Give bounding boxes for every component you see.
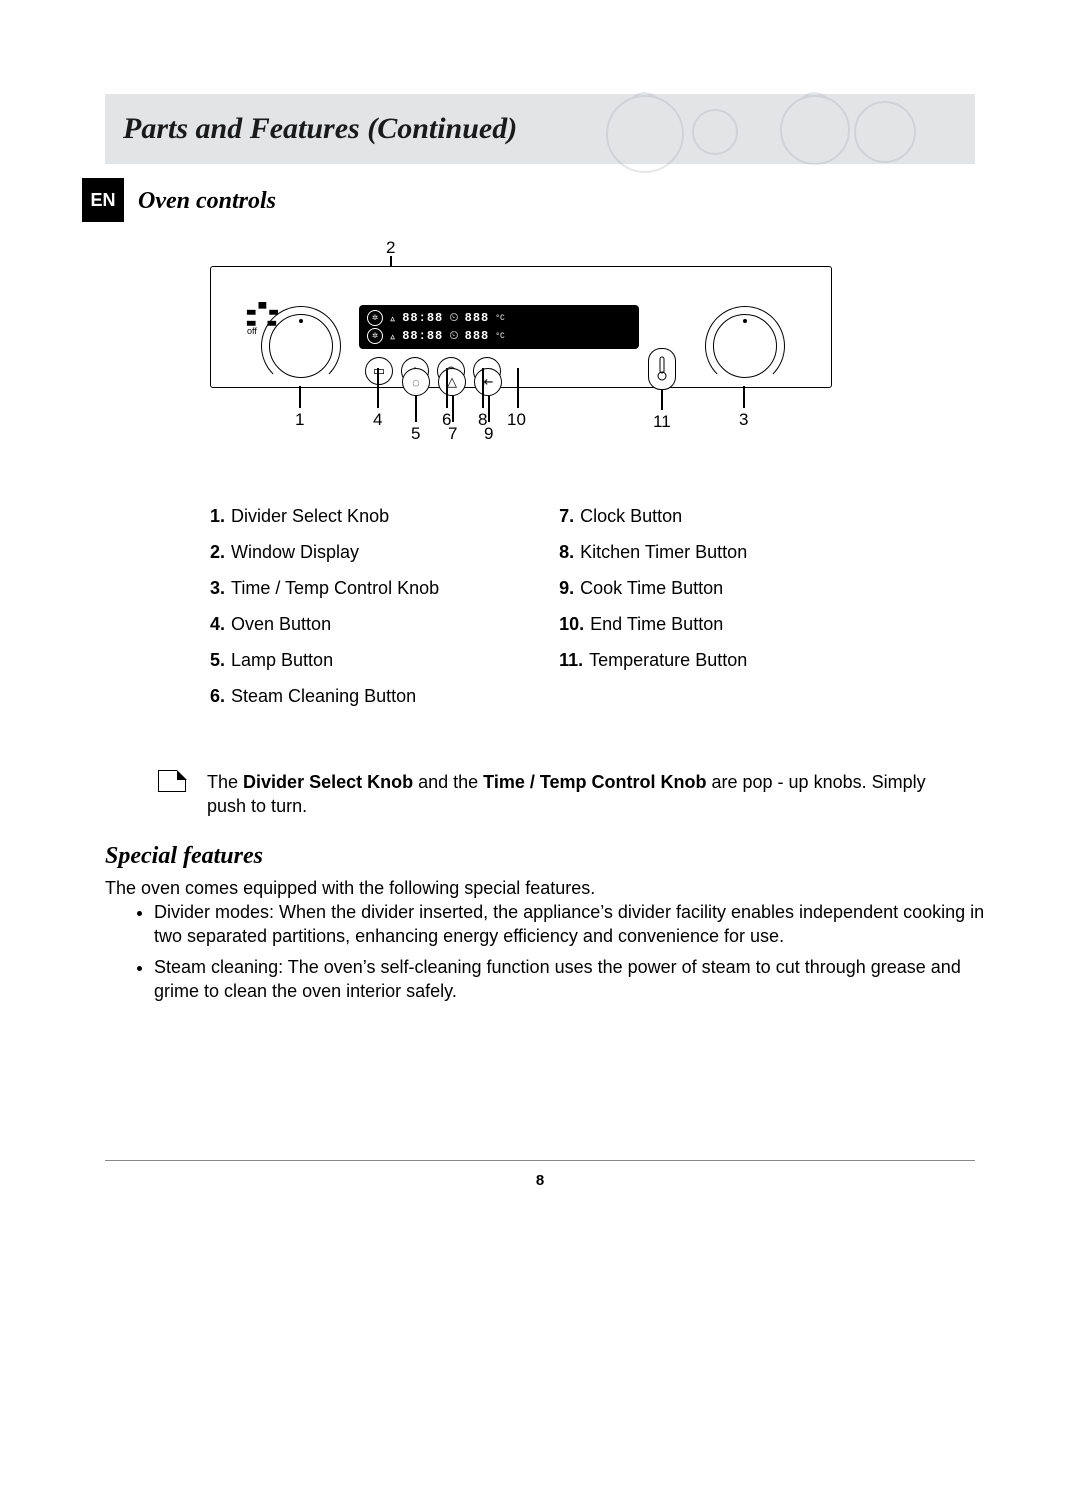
leader-line [415, 396, 417, 422]
oven-button[interactable]: ▭ [365, 357, 393, 385]
leader-line [743, 386, 745, 408]
decorative-produce-icon [585, 84, 945, 174]
page-title: Parts and Features (Continued) [123, 112, 517, 146]
subheading-oven-controls: Oven controls [138, 188, 276, 215]
divider-select-knob[interactable] [269, 314, 333, 378]
leader-line [299, 386, 301, 408]
note-block: The Divider Select Knob and the Time / T… [158, 770, 958, 819]
subheading-special-features: Special features [105, 843, 263, 870]
legend-col-2: 7.Clock Button 8.Kitchen Timer Button 9.… [559, 498, 747, 714]
callout-10: 10 [507, 410, 526, 430]
page-number: 8 [0, 1172, 1080, 1189]
thermometer-icon [657, 356, 667, 382]
leader-line [452, 396, 454, 422]
legend-col-1: 1.Divider Select Knob 2.Window Display 3… [210, 498, 439, 714]
leader-line [446, 368, 448, 408]
control-panel-outline: ▃ ▀ ▃ ▃ ▃ off ✲ ▵ 88:88 ⏲ 888°C ✲ ▵ 88:8… [210, 266, 832, 388]
note-text: The Divider Select Knob and the Time / T… [207, 770, 947, 819]
list-item: Divider modes: When the divider inserted… [154, 900, 994, 949]
cook-time-button[interactable]: ⇤ [474, 368, 502, 396]
list-item: Steam cleaning: The oven’s self-cleaning… [154, 955, 994, 1004]
callout-3: 3 [739, 410, 748, 430]
fan-icon: ✲ [367, 328, 383, 344]
callout-11: 11 [653, 412, 671, 432]
temperature-button[interactable] [648, 348, 676, 390]
controls-legend: 1.Divider Select Knob 2.Window Display 3… [210, 498, 747, 714]
note-icon [158, 770, 186, 792]
callout-4: 4 [373, 410, 382, 430]
section-header-band: Parts and Features (Continued) [105, 94, 975, 164]
special-features-intro: The oven comes equipped with the followi… [105, 878, 595, 899]
leader-line [377, 368, 379, 408]
lamp-button[interactable]: ◌ [402, 368, 430, 396]
leader-line [661, 390, 663, 410]
footer-divider [105, 1160, 975, 1161]
callout-2: 2 [386, 238, 395, 258]
clock-button[interactable]: △ [438, 368, 466, 396]
button-row-lower: ◌ △ ⇤ [402, 368, 502, 396]
callout-5: 5 [411, 424, 420, 444]
callout-9: 9 [484, 424, 493, 444]
fan-icon: ✲ [367, 310, 383, 326]
leader-line [482, 368, 484, 408]
special-features-list: Divider modes: When the divider inserted… [130, 900, 994, 1009]
callout-7: 7 [448, 424, 457, 444]
language-badge: EN [82, 178, 124, 222]
leader-line [488, 396, 490, 422]
time-temp-control-knob[interactable] [713, 314, 777, 378]
divider-mode-icons: ▃ ▀ ▃ ▃ ▃ off [247, 304, 278, 337]
leader-line [517, 368, 519, 408]
callout-1: 1 [295, 410, 304, 430]
window-display: ✲ ▵ 88:88 ⏲ 888°C ✲ ▵ 88:88 ⏲ 888°C [359, 305, 639, 349]
